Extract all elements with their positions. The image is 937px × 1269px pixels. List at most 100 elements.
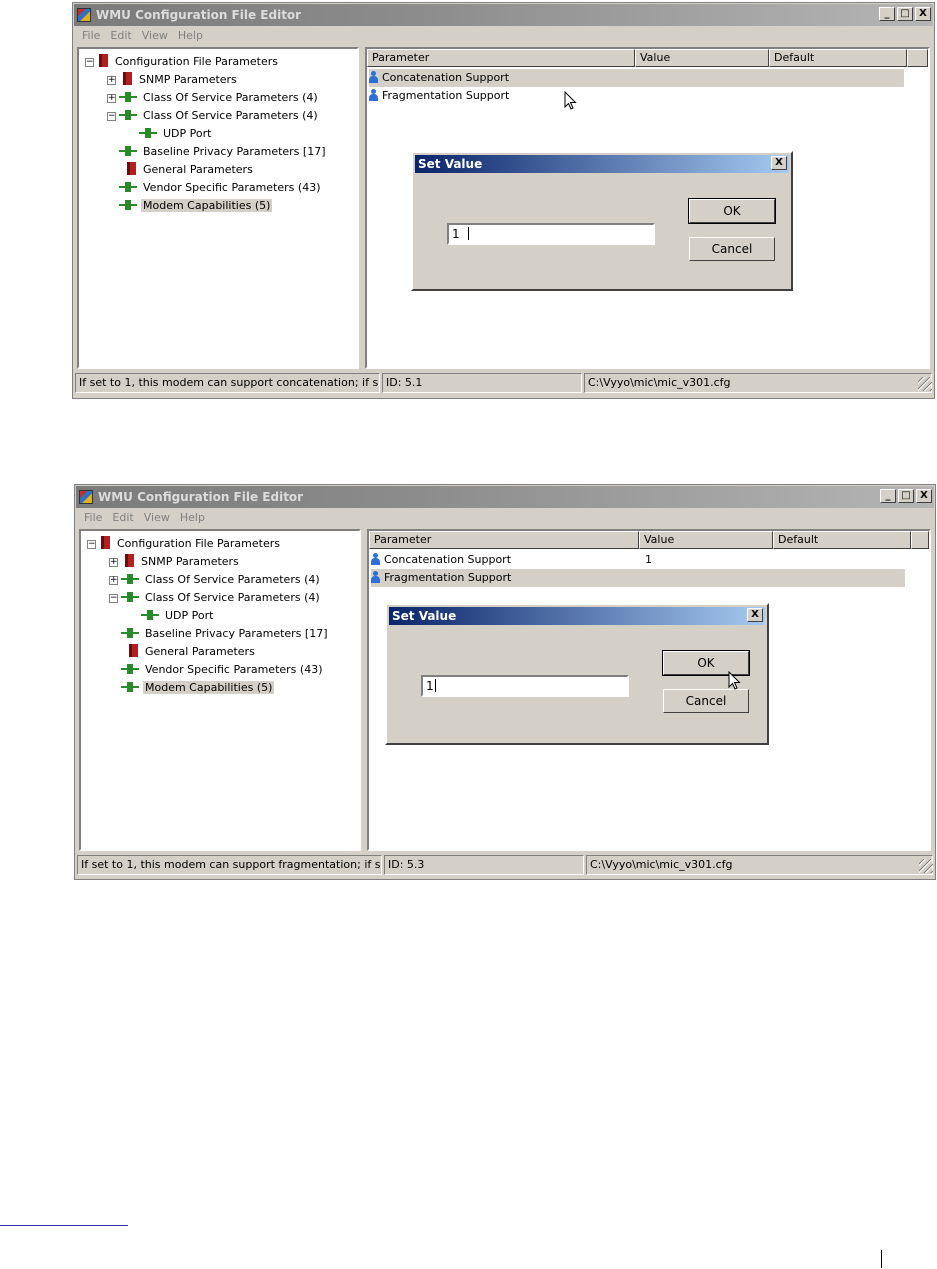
- status-message: If set to 1, this modem can support conc…: [75, 373, 380, 393]
- dialog-title-bar[interactable]: Set Value X: [415, 155, 789, 173]
- parameter-list: Parameter Value Default Concatenation Su…: [365, 47, 930, 369]
- tree-item-label: Vendor Specific Parameters (43): [145, 663, 323, 676]
- menu-view[interactable]: View: [139, 509, 175, 527]
- tree-item-label: Baseline Privacy Parameters [17]: [145, 627, 328, 640]
- menu-bar: File Edit View Help: [79, 509, 210, 527]
- maximize-button[interactable]: □: [898, 489, 914, 503]
- plug-icon: [119, 92, 137, 102]
- tree-item[interactable]: General Parameters: [129, 643, 257, 661]
- plug-icon: [139, 128, 157, 138]
- tree-item[interactable]: Baseline Privacy Parameters [17]: [119, 143, 328, 161]
- tree-item-label: Class Of Service Parameters (4): [145, 573, 320, 586]
- tree-item[interactable]: Vendor Specific Parameters (43): [119, 179, 323, 197]
- value-input[interactable]: 1: [421, 675, 629, 697]
- resize-grip-icon[interactable]: [918, 377, 932, 391]
- collapse-icon[interactable]: −: [87, 540, 96, 549]
- plug-icon: [119, 200, 137, 210]
- status-file-path: C:\Vyyo\mic\mic_v301.cfg: [584, 373, 932, 393]
- plug-icon: [141, 610, 159, 620]
- menu-file[interactable]: File: [79, 509, 107, 527]
- dialog-close-button[interactable]: X: [747, 608, 763, 622]
- plug-icon: [119, 182, 137, 192]
- expand-icon[interactable]: +: [107, 76, 116, 85]
- status-file-path: C:\Vyyo\mic\mic_v301.cfg: [586, 855, 933, 875]
- column-header-default[interactable]: Default: [769, 49, 907, 67]
- menu-edit[interactable]: Edit: [105, 27, 136, 45]
- tree-item-label: SNMP Parameters: [139, 73, 237, 86]
- tree-item-selected[interactable]: Modem Capabilities (5): [119, 197, 273, 215]
- table-row[interactable]: Fragmentation Support: [369, 87, 904, 105]
- ok-button[interactable]: OK: [688, 198, 776, 224]
- cancel-button[interactable]: Cancel: [689, 237, 775, 261]
- tree-item-label: UDP Port: [165, 609, 214, 622]
- maximize-button[interactable]: □: [897, 7, 913, 21]
- tree-item-label: Configuration File Parameters: [117, 537, 280, 550]
- value-input[interactable]: 1: [447, 223, 655, 245]
- editor-window-1: WMU Configuration File Editor _ □ X File…: [72, 2, 935, 399]
- expand-icon[interactable]: +: [109, 558, 118, 567]
- user-icon: [371, 571, 380, 583]
- column-header-value[interactable]: Value: [639, 531, 773, 549]
- expand-icon[interactable]: +: [107, 94, 116, 103]
- tree-item-selected[interactable]: Modem Capabilities (5): [121, 679, 275, 697]
- input-text: 1: [426, 679, 434, 693]
- app-icon: [77, 8, 91, 22]
- cancel-button[interactable]: Cancel: [663, 689, 749, 713]
- dialog-close-button[interactable]: X: [771, 156, 787, 170]
- collapse-icon[interactable]: −: [85, 58, 94, 67]
- close-button[interactable]: X: [915, 7, 931, 21]
- menu-view[interactable]: View: [137, 27, 173, 45]
- tree-item[interactable]: UDP Port: [141, 607, 215, 625]
- book-icon: [125, 554, 134, 567]
- dialog-title: Set Value: [392, 609, 457, 623]
- tree-item-label: Modem Capabilities (5): [141, 199, 273, 212]
- dialog-title-bar[interactable]: Set Value X: [389, 607, 765, 625]
- title-bar[interactable]: WMU Configuration File Editor _ □ X: [74, 4, 933, 26]
- plug-icon: [121, 664, 139, 674]
- column-header-parameter[interactable]: Parameter: [367, 49, 635, 67]
- menu-bar: File Edit View Help: [77, 27, 208, 45]
- collapse-icon[interactable]: −: [109, 594, 118, 603]
- parameter-list: Parameter Value Default Concatenation Su…: [367, 529, 931, 851]
- set-value-dialog: Set Value X 1 OK Cancel: [385, 603, 769, 745]
- title-bar[interactable]: WMU Configuration File Editor _ □ X: [76, 486, 934, 508]
- close-button[interactable]: X: [916, 489, 932, 503]
- tree-item[interactable]: General Parameters: [127, 161, 255, 179]
- footnote-rule: [0, 1225, 128, 1226]
- column-header-parameter[interactable]: Parameter: [369, 531, 639, 549]
- menu-file[interactable]: File: [77, 27, 105, 45]
- status-id: ID: 5.3: [384, 855, 584, 875]
- table-row[interactable]: Concatenation Support 1: [371, 551, 905, 569]
- tree-item-label: General Parameters: [143, 163, 253, 176]
- table-row[interactable]: Concatenation Support: [369, 69, 904, 87]
- column-header-default[interactable]: Default: [773, 531, 911, 549]
- editor-window-2: WMU Configuration File Editor _ □ X File…: [74, 484, 936, 880]
- table-row[interactable]: Fragmentation Support: [371, 569, 905, 587]
- status-message: If set to 1, this modem can support frag…: [77, 855, 382, 875]
- plug-icon: [121, 574, 139, 584]
- plug-icon: [119, 146, 137, 156]
- resize-grip-icon[interactable]: [919, 859, 933, 873]
- parameter-tree: − Configuration File Parameters + SNMP P…: [79, 529, 361, 851]
- column-header-value[interactable]: Value: [635, 49, 769, 67]
- minimize-button[interactable]: _: [880, 489, 896, 503]
- app-icon: [79, 490, 93, 504]
- tree-item[interactable]: UDP Port: [139, 125, 213, 143]
- parameter-name: Concatenation Support: [384, 553, 512, 566]
- expand-icon[interactable]: +: [109, 576, 118, 585]
- collapse-icon[interactable]: −: [107, 112, 116, 121]
- page-margin-mark: [881, 1250, 882, 1268]
- tree-item-label: Modem Capabilities (5): [143, 681, 275, 694]
- menu-help[interactable]: Help: [175, 509, 210, 527]
- parameter-name: Fragmentation Support: [384, 571, 512, 584]
- tree-item[interactable]: Baseline Privacy Parameters [17]: [121, 625, 330, 643]
- menu-edit[interactable]: Edit: [107, 509, 138, 527]
- plug-icon: [121, 628, 139, 638]
- tree-item[interactable]: Vendor Specific Parameters (43): [121, 661, 325, 679]
- minimize-button[interactable]: _: [879, 7, 895, 21]
- list-header: Parameter Value Default: [369, 531, 929, 549]
- tree-item-label: Class Of Service Parameters (4): [143, 109, 318, 122]
- text-caret: [467, 227, 469, 240]
- tree-item-label: General Parameters: [145, 645, 255, 658]
- menu-help[interactable]: Help: [173, 27, 208, 45]
